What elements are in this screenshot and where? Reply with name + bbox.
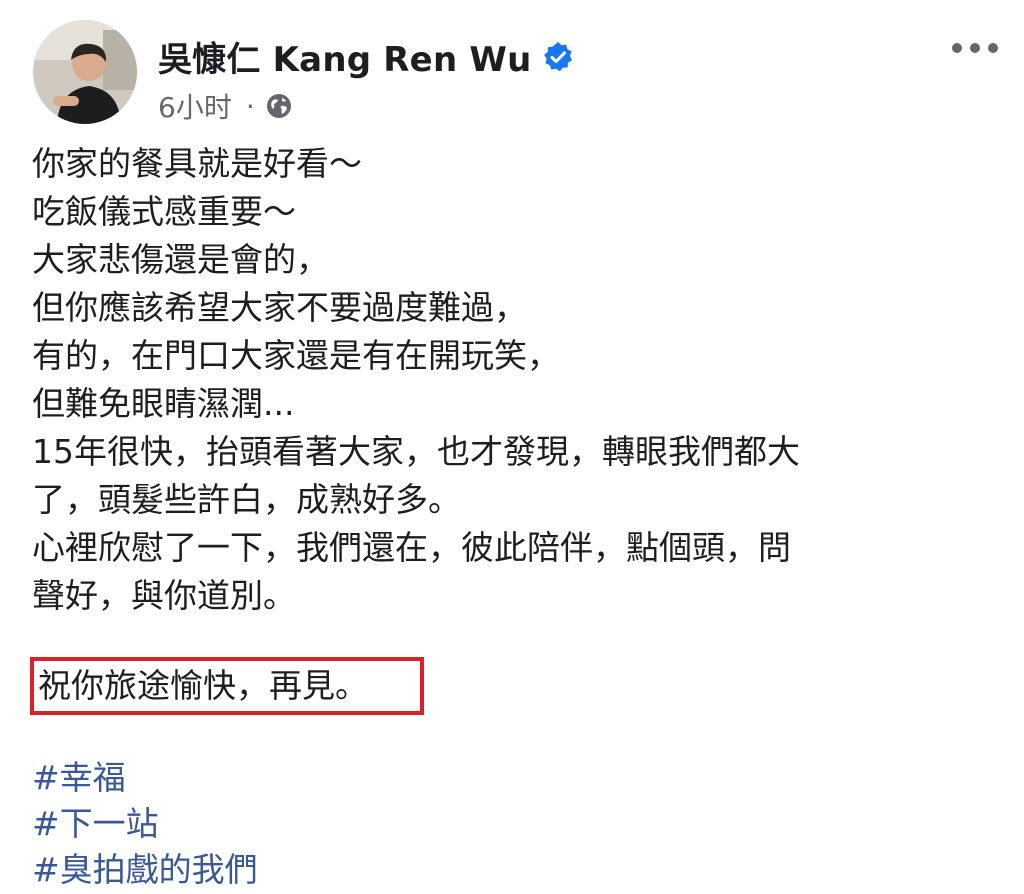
meta-separator: · bbox=[245, 89, 255, 123]
post-text-line: 心裡欣慰了一下，我們還在，彼此陪伴，點個頭，問 bbox=[32, 528, 791, 567]
post-text-line: 聲好，與你道別。 bbox=[32, 576, 296, 615]
globe-icon[interactable] bbox=[265, 92, 293, 120]
post-text-line: 大家悲傷還是會的， bbox=[32, 240, 329, 279]
post-body: 你家的餐具就是好看～ 吃飯儀式感重要～ 大家悲傷還是會的， 但你應該希望大家不要… bbox=[32, 140, 992, 620]
highlighted-text-line: 祝你旅途愉快，再見。 bbox=[38, 666, 368, 705]
hashtag-link[interactable]: #臭拍戲的我們 bbox=[32, 847, 258, 893]
post-header: 吳慷仁 Kang Ren Wu 6小时 · bbox=[30, 18, 1010, 128]
author-line: 吳慷仁 Kang Ren Wu bbox=[158, 32, 574, 81]
avatar[interactable] bbox=[33, 20, 137, 124]
post-text-line: 15年很快，抬頭看著大家，也才發現，轉眼我們都大 bbox=[32, 432, 800, 471]
more-options-icon[interactable] bbox=[952, 38, 998, 58]
post-text-line: 吃飯儀式感重要～ bbox=[32, 192, 296, 231]
verified-badge-icon bbox=[542, 41, 574, 73]
post-text-line: 了，頭髮些許白，成熟好多。 bbox=[32, 480, 461, 519]
post-text-line: 但你應該希望大家不要過度難過， bbox=[32, 288, 527, 327]
hashtag-list: #幸福 #下一站 #臭拍戲的我們 bbox=[32, 755, 258, 893]
hashtag-link[interactable]: #下一站 bbox=[32, 801, 258, 847]
post-text-line: 你家的餐具就是好看～ bbox=[32, 144, 362, 183]
more-dot bbox=[988, 43, 998, 53]
author-name[interactable]: 吳慷仁 Kang Ren Wu bbox=[158, 32, 532, 81]
post-text-line: 但難免眼睛濕潤... bbox=[32, 384, 295, 423]
post-timestamp[interactable]: 6小时 bbox=[158, 86, 232, 126]
post-meta: 6小时 · bbox=[158, 86, 293, 126]
avatar-photo bbox=[33, 20, 137, 124]
more-dot bbox=[952, 43, 962, 53]
more-dot bbox=[970, 43, 980, 53]
post-text-line: 有的，在門口大家還是有在開玩笑， bbox=[32, 336, 560, 375]
hashtag-link[interactable]: #幸福 bbox=[32, 755, 258, 801]
